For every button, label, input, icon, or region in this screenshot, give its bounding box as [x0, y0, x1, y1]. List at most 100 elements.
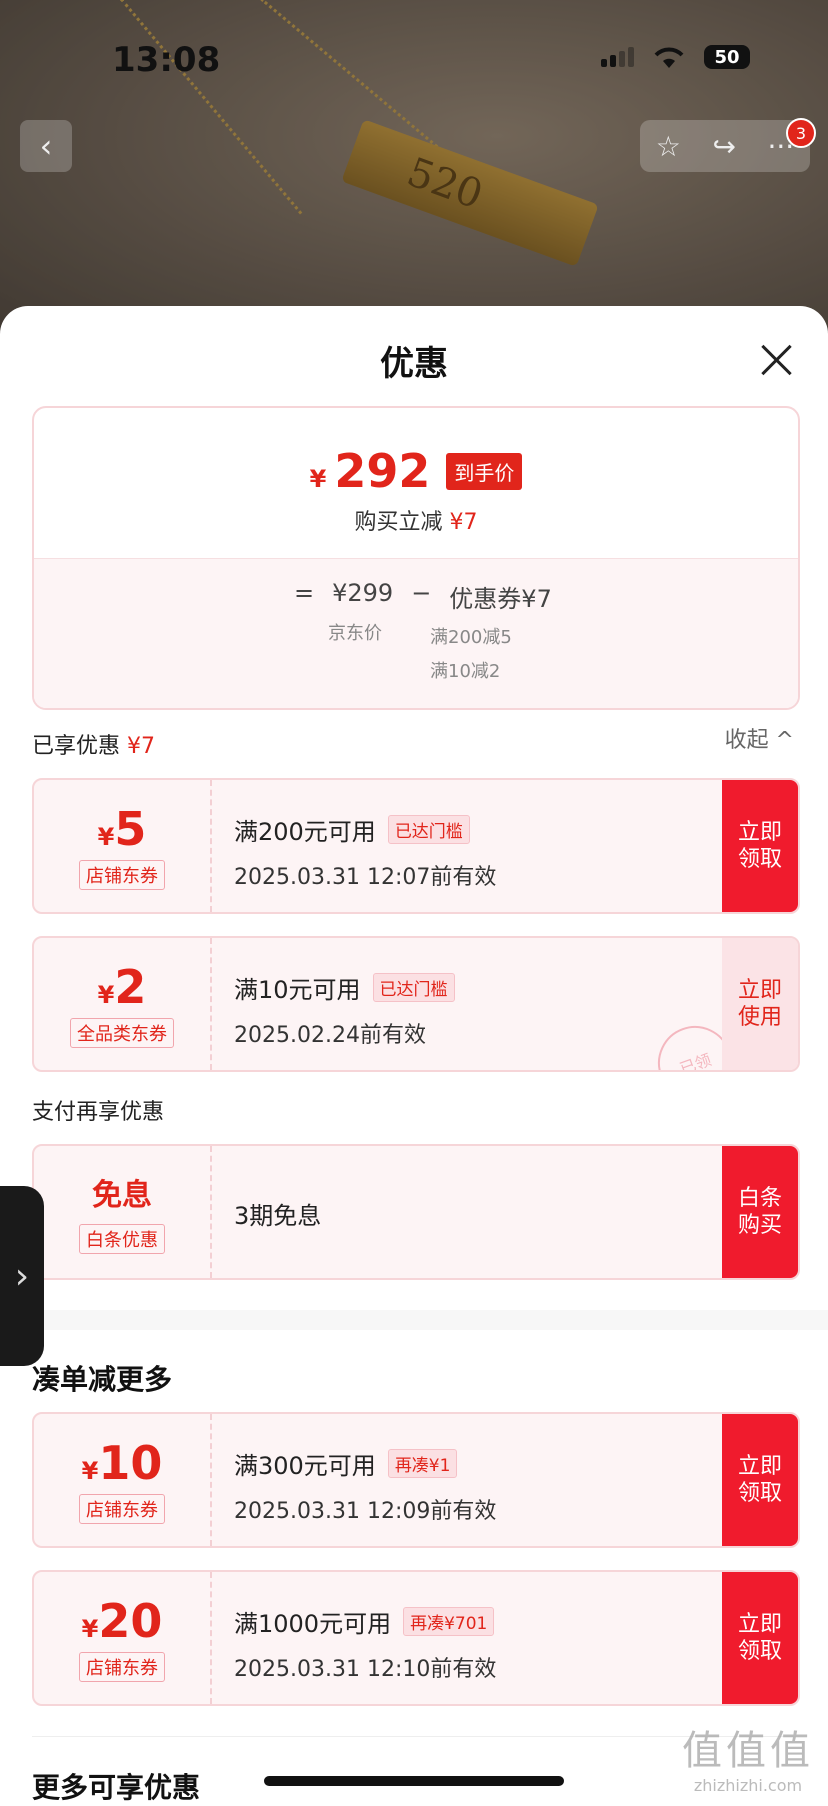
wifi-icon: [654, 47, 684, 68]
coupon-total: 优惠券¥7: [449, 585, 552, 613]
coupon-currency: ¥: [81, 1457, 99, 1485]
currency-symbol: ¥: [309, 465, 327, 493]
coupon-details: 满200元可用 已达门槛 2025.03.31 12:07前有效: [234, 812, 496, 891]
final-price: 292: [334, 444, 431, 498]
payment-details: 3期免息: [234, 1196, 321, 1231]
coupon-amount: ¥2: [98, 960, 147, 1014]
payment-type: 白条优惠: [79, 1224, 165, 1254]
minus-sign: −: [411, 579, 432, 607]
coupon-validity: 2025.02.24前有效: [234, 1023, 426, 1048]
coupon-condition: 满10元可用: [234, 976, 361, 1004]
back-button[interactable]: ‹: [20, 120, 72, 172]
coupon-value: ¥20 店铺东券: [34, 1572, 212, 1704]
coupon-details: 满300元可用 再凑¥1 2025.03.31 12:09前有效: [234, 1446, 496, 1525]
baitiao-buy-button[interactable]: 白条购买: [722, 1146, 798, 1278]
coupon-currency: ¥: [97, 981, 115, 1009]
section-divider: [0, 1310, 828, 1330]
status-bar: 13:08 50: [0, 0, 828, 120]
coupon-type: 店铺东券: [79, 1652, 165, 1682]
coupon-amount: ¥20: [82, 1594, 163, 1648]
signal-icon: [601, 47, 634, 67]
coupon-type: 店铺东券: [79, 860, 165, 890]
coupon-value: ¥10 店铺东券: [34, 1414, 212, 1546]
payment-value: 免息 白条优惠: [34, 1146, 212, 1278]
coupon-condition: 满200元可用: [234, 818, 376, 846]
coupon-amount-number: 2: [114, 960, 147, 1014]
final-price-tag: 到手价: [446, 452, 523, 490]
price-top: ¥ 292 到手价 购买立减 ¥7: [34, 408, 798, 558]
coupon-card: ¥5 店铺东券 满200元可用 已达门槛 2025.03.31 12:07前有效 …: [32, 778, 800, 914]
coupon-badge: 已达门槛: [372, 973, 455, 1002]
coupon-amount-number: 20: [98, 1594, 163, 1648]
coupon-card: ¥10 店铺东券 满300元可用 再凑¥1 2025.03.31 12:09前有效…: [32, 1412, 800, 1548]
use-button[interactable]: 立即使用: [722, 938, 798, 1070]
coupon-condition: 满300元可用: [234, 1452, 376, 1480]
share-icon[interactable]: ↪: [712, 130, 735, 163]
coupon-type: 全品类东券: [70, 1018, 174, 1048]
coupon-badge: 已达门槛: [387, 815, 470, 844]
price-formula: = ¥299 − 优惠券¥7: [294, 579, 552, 614]
coupon-value: ¥5 店铺东券: [34, 780, 212, 912]
coupon-rule-2: 满10减2: [430, 661, 501, 682]
close-icon[interactable]: [758, 342, 794, 378]
jd-price: ¥299: [332, 579, 394, 607]
bottom-section-title: 更多可享优惠: [32, 1771, 201, 1804]
coupon-condition-row: 满200元可用 已达门槛: [234, 812, 496, 847]
coupon-currency: ¥: [97, 823, 115, 851]
star-icon[interactable]: ☆: [656, 130, 681, 163]
coupon-condition-row: 满10元可用 已达门槛: [234, 970, 455, 1005]
coupon-card: ¥20 店铺东券 满1000元可用 再凑¥701 2025.03.31 12:10…: [32, 1570, 800, 1706]
payment-title: 免息: [92, 1170, 152, 1214]
enjoyed-amount: ¥7: [127, 734, 156, 759]
claim-button[interactable]: 立即领取: [722, 780, 798, 912]
price-breakdown: = ¥299 − 优惠券¥7 京东价 满200减5 满10减2: [34, 558, 798, 708]
watermark-logo: 值值值: [682, 1728, 814, 1774]
coupon-details: 满10元可用 已达门槛 2025.02.24前有效: [234, 970, 455, 1049]
coupon-condition-row: 满300元可用 再凑¥1: [234, 1446, 496, 1481]
payment-label: 支付再享优惠: [32, 1100, 165, 1125]
coupon-validity: 2025.03.31 12:07前有效: [234, 865, 497, 890]
coupon-value: ¥2 全品类东券: [34, 938, 212, 1070]
coupon-amount: ¥10: [82, 1436, 163, 1490]
side-expand-tab[interactable]: ›: [0, 1186, 44, 1366]
watermark-url: zhizhizhi.com: [693, 1776, 803, 1795]
discount-text: 购买立减: [354, 510, 443, 535]
battery-icon: 50: [704, 45, 750, 69]
cart-badge: 3: [786, 118, 816, 148]
payment-card: 免息 白条优惠 3期免息 白条购买: [32, 1144, 800, 1280]
status-time: 13:08: [112, 40, 221, 80]
discount-amount: ¥7: [449, 510, 478, 535]
coupon-currency: ¥: [81, 1615, 99, 1643]
coupon-badge: 再凑¥701: [403, 1607, 495, 1636]
nav-actions: ☆ ↪ ···: [640, 120, 810, 172]
coupon-rule-1: 满200减5: [430, 627, 512, 648]
equals-sign: =: [294, 579, 315, 607]
enjoyed-label: 已享优惠 ¥7: [32, 728, 155, 760]
status-icons: 50: [601, 44, 750, 70]
price-summary: ¥ 292 到手价 购买立减 ¥7 = ¥299 − 优惠券¥7 京东价 满20…: [32, 406, 800, 710]
final-price-row: ¥ 292 到手价: [34, 444, 798, 498]
claim-button[interactable]: 立即领取: [722, 1414, 798, 1546]
jd-price-label: 京东价: [328, 623, 382, 644]
chevron-left-icon: ‹: [39, 127, 53, 165]
collapse-button[interactable]: 收起 ^: [725, 722, 794, 754]
coupon-card: ¥2 全品类东券 满10元可用 已达门槛 2025.02.24前有效 已领 立即使…: [32, 936, 800, 1072]
coupon-type: 店铺东券: [79, 1494, 165, 1524]
discount-line: 购买立减 ¥7: [34, 504, 798, 536]
coupon-details: 满1000元可用 再凑¥701 2025.03.31 12:10前有效: [234, 1604, 496, 1683]
coupon-amount-number: 10: [98, 1436, 163, 1490]
coupon-badge: 再凑¥1: [387, 1449, 458, 1478]
coupon-amount-number: 5: [114, 802, 147, 856]
watermark: 值值值 zhizhizhi.com: [682, 1718, 814, 1795]
claim-button[interactable]: 立即领取: [722, 1572, 798, 1704]
payment-title-text: 免息: [92, 1178, 152, 1213]
payment-description: 3期免息: [234, 1202, 322, 1230]
enjoyed-label-text: 已享优惠: [32, 734, 121, 759]
home-indicator: [264, 1776, 564, 1786]
coupon-condition-row: 满1000元可用 再凑¥701: [234, 1604, 496, 1639]
coupon-condition: 满1000元可用: [234, 1610, 392, 1638]
coupon-validity: 2025.03.31 12:10前有效: [234, 1657, 497, 1682]
chevron-right-icon: ›: [14, 1255, 30, 1297]
sheet-title: 优惠: [380, 344, 448, 384]
more-section-title: 凑单减更多: [32, 1363, 173, 1396]
